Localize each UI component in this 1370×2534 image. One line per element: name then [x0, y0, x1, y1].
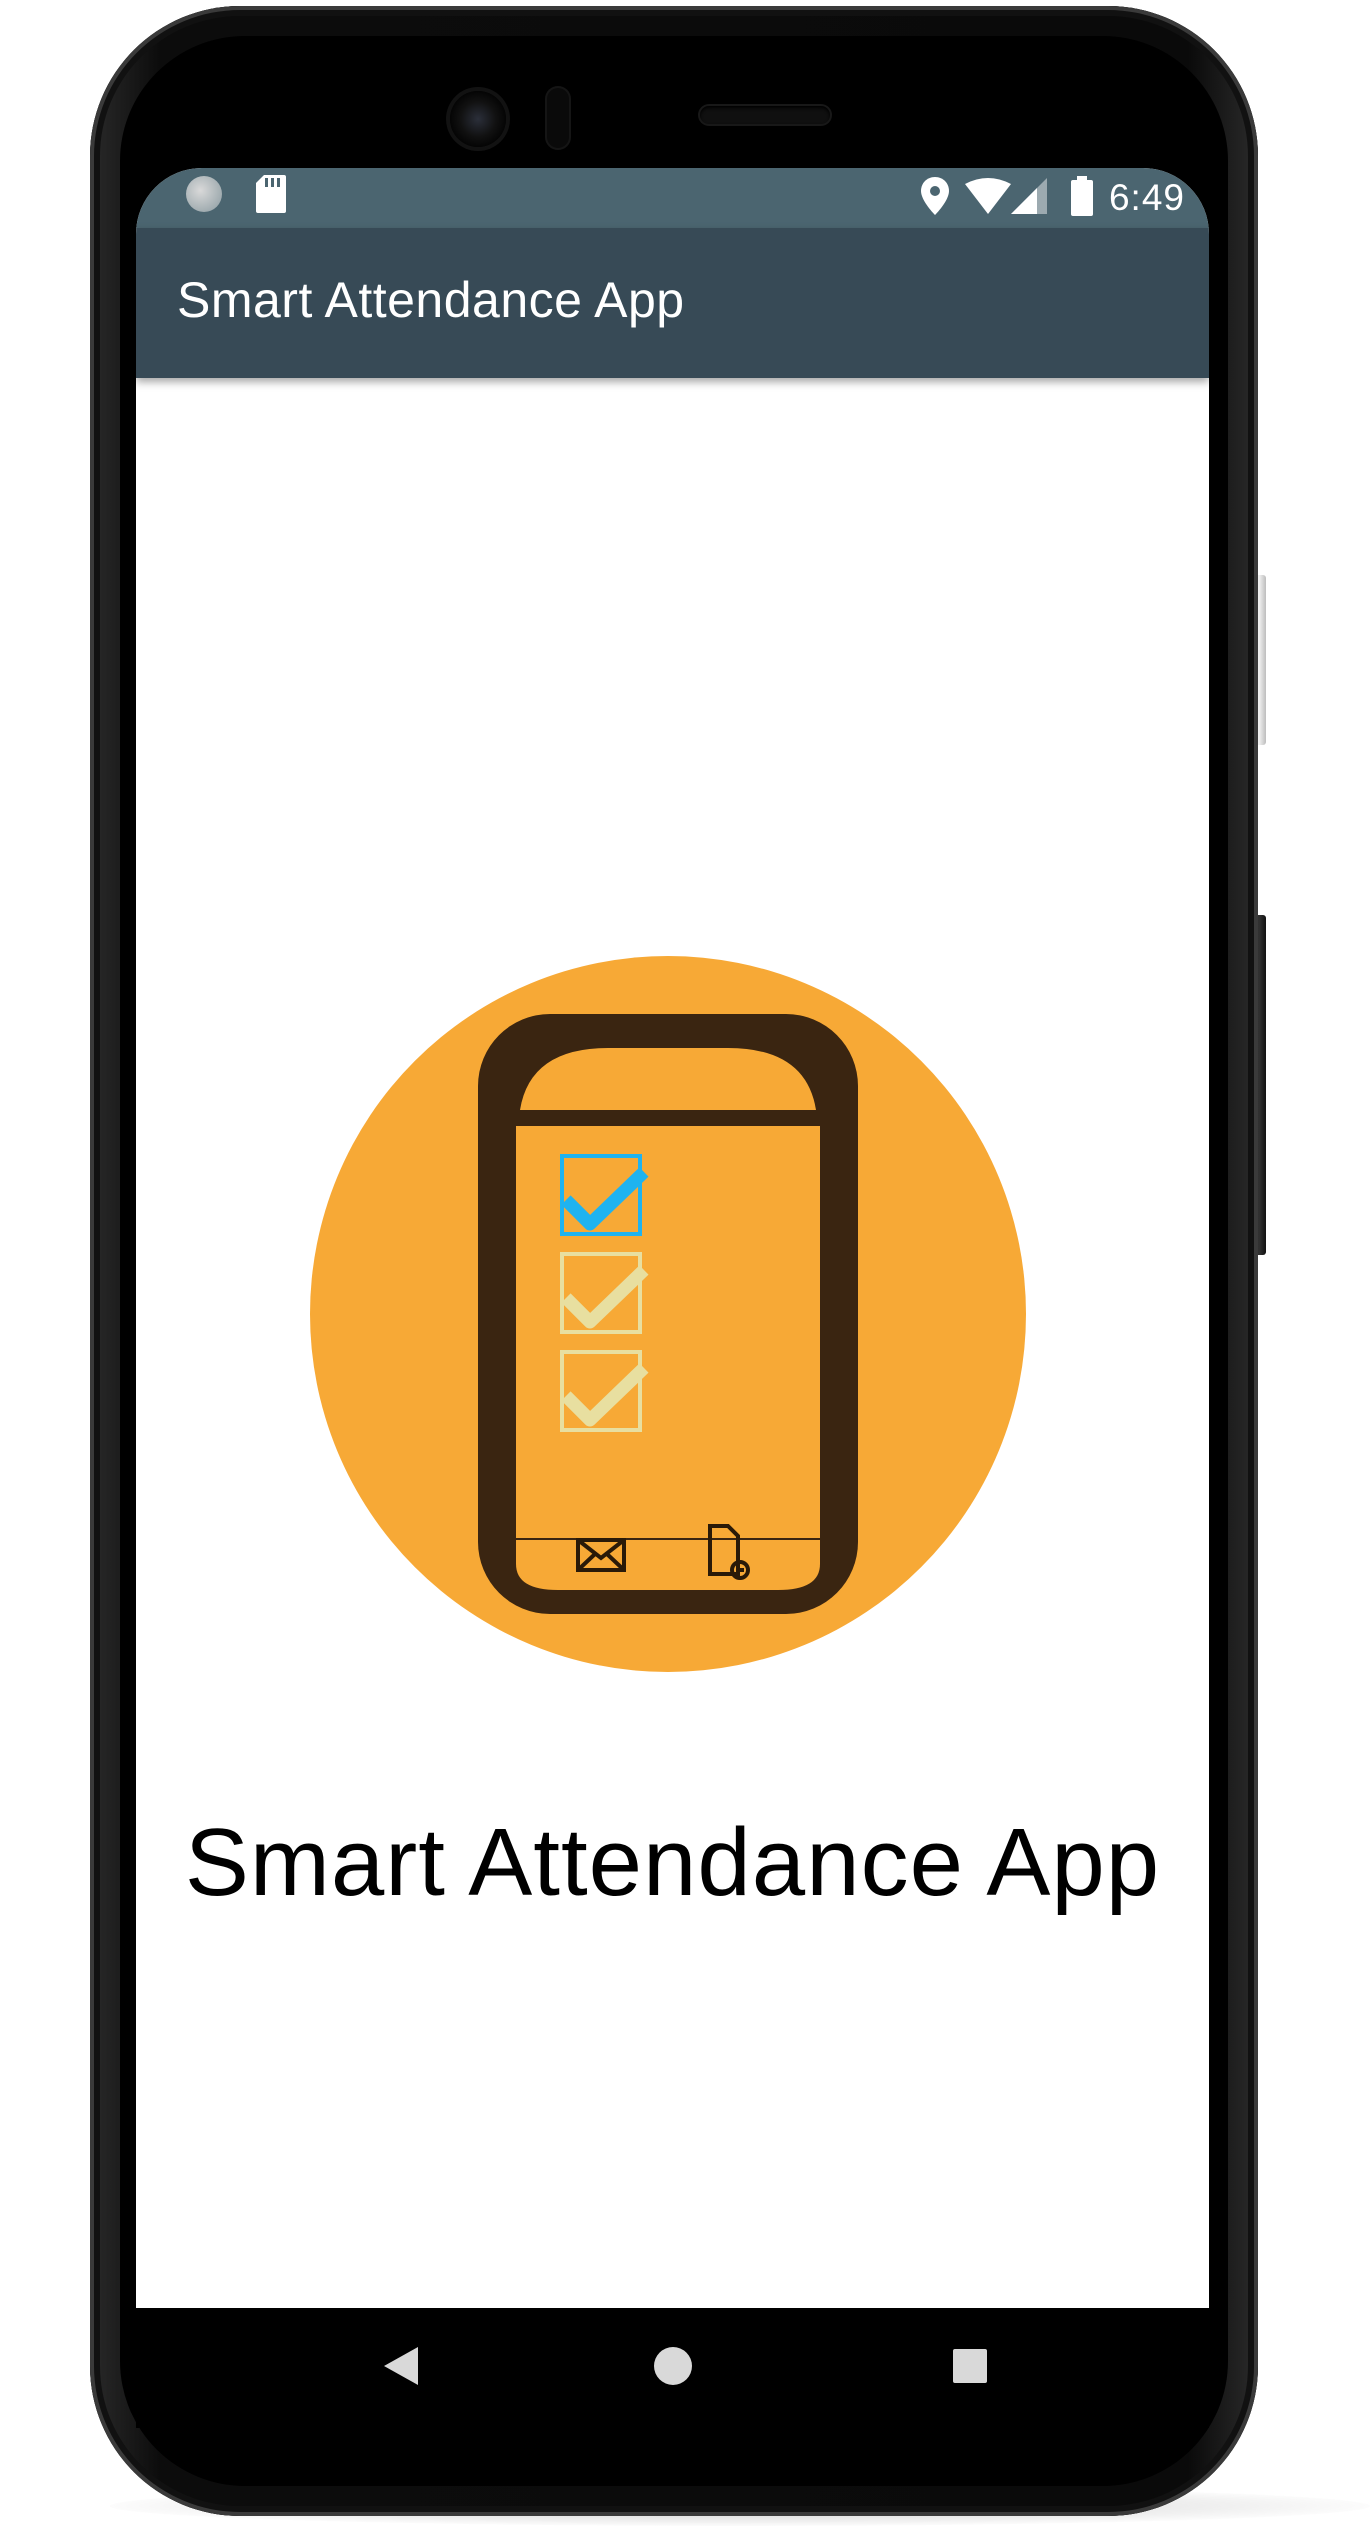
- home-icon: [654, 2346, 692, 2390]
- battery-icon: [1070, 175, 1093, 221]
- front-camera: [450, 91, 506, 147]
- back-icon: [384, 2346, 418, 2390]
- signal-icon: [1010, 177, 1047, 219]
- attendance-phone-logo: [308, 954, 1028, 1674]
- recents-icon: [953, 2348, 987, 2388]
- logo-phone-top: [520, 1048, 816, 1110]
- status-right-group: 6:49: [905, 168, 1185, 228]
- proximity-sensor: [545, 86, 571, 150]
- status-time: 6:49: [1108, 177, 1185, 218]
- location-icon: [920, 176, 949, 220]
- status-bar: 6:49: [136, 168, 1209, 228]
- recents-button[interactable]: [920, 2308, 1020, 2428]
- main-title: Smart Attendance App: [184, 1809, 1161, 1916]
- device-frame-stage: 6:49 Smart Attendance App Smart Attendan…: [0, 0, 1370, 2534]
- wifi-icon: [964, 177, 1011, 219]
- app-bar-title: Smart Attendance App: [177, 272, 685, 328]
- sync-icon: [186, 176, 222, 212]
- sd-card-icon: [256, 175, 286, 213]
- home-button[interactable]: [623, 2308, 723, 2428]
- app-bar: Smart Attendance App: [136, 228, 1209, 378]
- screen: 6:49 Smart Attendance App Smart Attendan…: [136, 168, 1209, 2308]
- logo-phone-bottom: [516, 1540, 820, 1590]
- back-button[interactable]: [351, 2308, 451, 2428]
- earpiece-speaker: [700, 106, 830, 124]
- navigation-bar: [136, 2308, 1209, 2428]
